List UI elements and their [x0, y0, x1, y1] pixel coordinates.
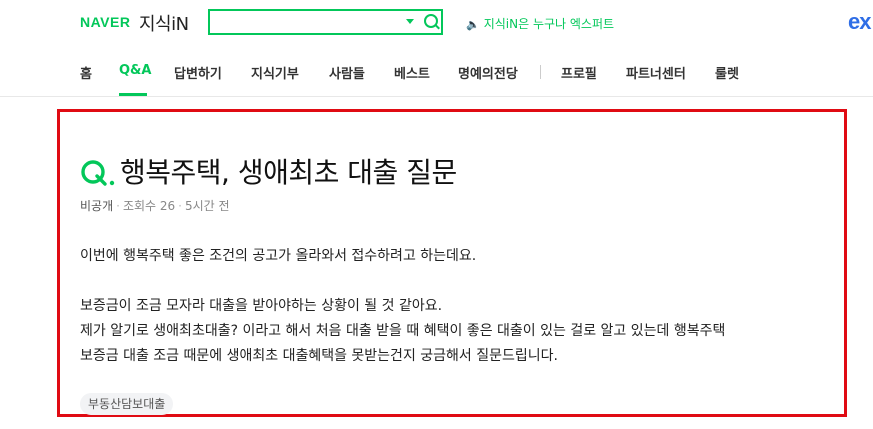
question-body: 이번에 행복주택 좋은 조건의 공고가 올라와서 접수하려고 하는데요. 보증금… — [80, 244, 840, 369]
kin-logo[interactable]: 지식iN — [139, 10, 189, 36]
question-q-icon — [81, 160, 115, 186]
main-nav: 홈 Q&A 답변하기 지식기부 사람들 베스트 명예의전당 프로필 파트너센터 … — [0, 46, 873, 97]
question-meta: 비공개 · 조회수 26 · 5시간 전 — [80, 197, 230, 214]
nav-item-people[interactable]: 사람들 — [329, 63, 365, 82]
nav-item-partner-center[interactable]: 파트너센터 — [626, 63, 686, 82]
nav-item-roulette[interactable]: 룰렛 — [715, 63, 739, 82]
body-line: 제가 알기로 생애최초대출? 이라고 해서 처음 대출 받을 때 혜택이 좋은 … — [80, 323, 726, 339]
dropdown-caret-icon[interactable] — [406, 19, 414, 24]
nav-item-profile[interactable]: 프로필 — [561, 63, 597, 82]
view-count: 조회수 26 — [122, 199, 176, 213]
nav-divider — [540, 65, 541, 79]
meta-separator: · — [178, 199, 182, 213]
speaker-icon: 🔈 — [466, 18, 480, 31]
question-title: 행복주택, 생애최초 대출 질문 — [120, 156, 457, 189]
question-owner: 비공개 — [80, 199, 114, 213]
posted-time: 5시간 전 — [185, 199, 230, 213]
active-tab-indicator — [119, 93, 147, 96]
body-line: 이번에 행복주택 좋은 조건의 공고가 올라와서 접수하려고 하는데요. — [80, 248, 477, 264]
nav-item-answer[interactable]: 답변하기 — [174, 63, 222, 82]
search-icon[interactable] — [424, 14, 438, 28]
meta-separator: · — [116, 199, 120, 213]
body-line-spacer — [80, 269, 840, 294]
expert-promo-link[interactable]: 🔈 지식iN은 누구나 엑스퍼트 — [466, 15, 614, 32]
nav-item-best[interactable]: 베스트 — [394, 63, 430, 82]
nav-item-home[interactable]: 홈 — [80, 63, 92, 82]
naver-logo[interactable]: NAVER — [80, 14, 130, 30]
top-bar: NAVER 지식iN 🔈 지식iN은 누구나 엑스퍼트 ex — [0, 0, 873, 46]
search-input[interactable] — [216, 13, 400, 33]
expert-logo[interactable]: ex — [848, 9, 872, 35]
tag-chip[interactable]: 부동산담보대출 — [80, 393, 174, 415]
promo-text: 지식iN은 누구나 엑스퍼트 — [483, 17, 615, 31]
nav-item-donate[interactable]: 지식기부 — [251, 63, 299, 82]
body-line: 보증금이 조금 모자라 대출을 받아야하는 상황이 될 것 같아요. — [80, 298, 443, 314]
search-box — [208, 9, 443, 35]
nav-item-qna[interactable]: Q&A — [119, 63, 151, 78]
nav-item-hall-of-fame[interactable]: 명예의전당 — [458, 63, 518, 82]
body-line: 보증금 대출 조금 때문에 생애최초 대출혜택을 못받는건지 궁금해서 질문드립… — [80, 348, 558, 364]
